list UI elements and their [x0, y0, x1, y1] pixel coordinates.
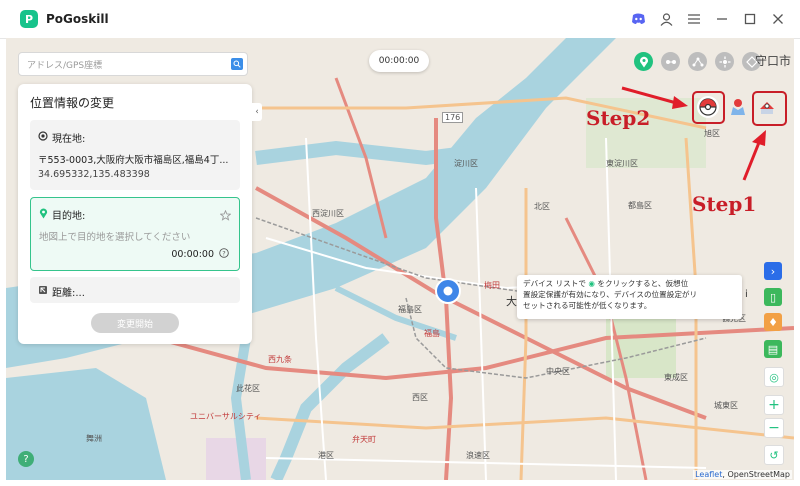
map-label-konohana: 此花区 [236, 384, 260, 393]
map-label-nishiyodogawa: 西淀川区 [312, 209, 344, 218]
current-location-label: 現在地: [52, 134, 86, 145]
collapse-panel-icon[interactable]: ‹ [252, 103, 262, 121]
help-circle-icon[interactable]: ? [219, 248, 229, 261]
account-icon[interactable] [658, 11, 674, 27]
map-label-umeda: 梅田 [484, 281, 500, 290]
tooltip-line-3: セットされる可能性が低くなります。 [523, 301, 652, 310]
tooltip-text-1a: デバイス リストで [523, 279, 586, 288]
map-label-nishi: 西区 [412, 393, 428, 402]
current-coordinates: 34.695332,135.483398 [38, 169, 150, 180]
step2-highlight [692, 91, 725, 124]
osm-link[interactable]: OpenStreetMap [727, 470, 790, 479]
step1-label: Step1 [692, 192, 757, 216]
title-bar: P PoGoskill [0, 0, 800, 39]
discord-icon[interactable] [630, 11, 646, 27]
map-label-universal: ユニバーサルシティ [190, 412, 262, 421]
info-icon[interactable]: i [745, 289, 748, 300]
map-label-bentencho: 弁天町 [352, 435, 376, 444]
maximize-icon[interactable] [742, 11, 758, 27]
tooltip-line-1: デバイス リストで ◉ をクリックすると、仮想位 [523, 278, 736, 289]
distance-label: 距離:... [52, 288, 85, 299]
destination-row: 目的地: [39, 207, 85, 222]
map-label-higashinari: 東成区 [664, 373, 688, 382]
pin-icon [39, 208, 48, 222]
target-icon [38, 131, 48, 144]
help-icon[interactable]: ? [18, 451, 34, 467]
search-input[interactable]: アドレス/GPS座標 [19, 58, 231, 71]
panel-title: 位置情報の変更 [30, 96, 115, 110]
window-controls [630, 0, 786, 38]
minimize-icon[interactable] [714, 11, 730, 27]
start-change-button[interactable]: 変更開始 [91, 313, 179, 333]
shield-icon: ◉ [588, 279, 595, 288]
expand-sidebar-icon[interactable]: › [764, 262, 782, 280]
app-title: PoGoskill [46, 12, 109, 26]
svg-text:?: ? [222, 249, 225, 257]
destination-card[interactable]: 目的地: 地図上で目的地を選択してください 00:00:00 ? [30, 197, 240, 271]
cooldown-timer: 00:00:00 [369, 50, 429, 72]
tooltip-text-1b: をクリックすると、仮想位 [597, 279, 689, 288]
map-label-asahi: 旭区 [704, 129, 720, 138]
map-label-higashiyodogawa: 東淀川区 [606, 159, 638, 168]
map-label-kita: 北区 [534, 202, 550, 211]
map-attribution: Leaflet, OpenStreetMap [693, 470, 792, 479]
map-label-joto: 城東区 [714, 401, 738, 410]
shirt-icon[interactable]: ♦ [764, 313, 782, 331]
location-panel: 位置情報の変更 現在地: 〒553-0003,大阪府大阪市福島区,福島4丁...… [18, 84, 252, 344]
leaflet-link[interactable]: Leaflet [695, 470, 722, 479]
map-label-minato: 港区 [318, 451, 334, 460]
mode-toolbar [634, 52, 761, 71]
zoom-in-icon[interactable]: + [764, 395, 784, 415]
multi-spot-mode-icon[interactable] [688, 52, 707, 71]
app-logo: P [20, 10, 38, 28]
step2-label: Step2 [586, 106, 651, 130]
map-label-naniwa: 浪速区 [466, 451, 490, 460]
map-label-fukushima-st: 福島 [424, 329, 440, 338]
distance-icon [38, 285, 48, 298]
map-label-maishima: 舞洲 [86, 434, 102, 443]
map-label-fukushima: 福島区 [398, 305, 422, 314]
joystick-mode-icon[interactable] [715, 52, 734, 71]
menu-icon[interactable] [686, 11, 702, 27]
map-label-chuo: 中央区 [546, 367, 570, 376]
two-spot-mode-icon[interactable] [661, 52, 680, 71]
protection-tooltip: デバイス リストで ◉ をクリックすると、仮想位 置設定保護が有効になり、デバイ… [517, 275, 742, 319]
address-search-box[interactable]: アドレス/GPS座標 [18, 52, 248, 76]
tooltip-line-2: 置設定保護が有効になり、デバイスの位置設定がリ [523, 290, 698, 299]
distance-card: 距離:... [30, 277, 240, 303]
folder-icon[interactable]: ▤ [764, 340, 782, 358]
destination-placeholder: 地図上で目的地を選択してください [39, 232, 191, 243]
current-location-card: 現在地: 〒553-0003,大阪府大阪市福島区,福島4丁... 34.6953… [30, 120, 240, 190]
step1-highlight [752, 91, 787, 126]
map-label-osaka: 大 [506, 295, 517, 308]
distance-row: 距離:... [38, 284, 85, 299]
destination-time-row: 00:00:00 ? [171, 248, 229, 261]
map-label-miyakojima: 都島区 [628, 201, 652, 210]
device-icon[interactable]: ▯ [764, 288, 782, 306]
map-label-moriguchi: 守口市 [755, 54, 792, 68]
current-address: 〒553-0003,大阪府大阪市福島区,福島4丁... [38, 155, 229, 166]
destination-label: 目的地: [52, 211, 86, 222]
reset-icon[interactable]: ↺ [764, 445, 784, 465]
search-icon[interactable] [231, 58, 243, 70]
map-label-nishikujo: 西九条 [268, 355, 292, 364]
close-icon[interactable] [770, 11, 786, 27]
map-label-yodogawa: 淀川区 [454, 159, 478, 168]
route-176-shield: 176 [442, 112, 464, 123]
zoom-out-icon[interactable]: − [764, 418, 784, 438]
locate-icon[interactable]: ◎ [764, 367, 784, 387]
teleport-mode-icon[interactable] [634, 52, 653, 71]
pokemon-map-icon[interactable] [727, 96, 749, 118]
destination-time: 00:00:00 [171, 249, 214, 260]
current-location-row: 現在地: [38, 130, 85, 145]
star-icon[interactable] [219, 206, 232, 225]
